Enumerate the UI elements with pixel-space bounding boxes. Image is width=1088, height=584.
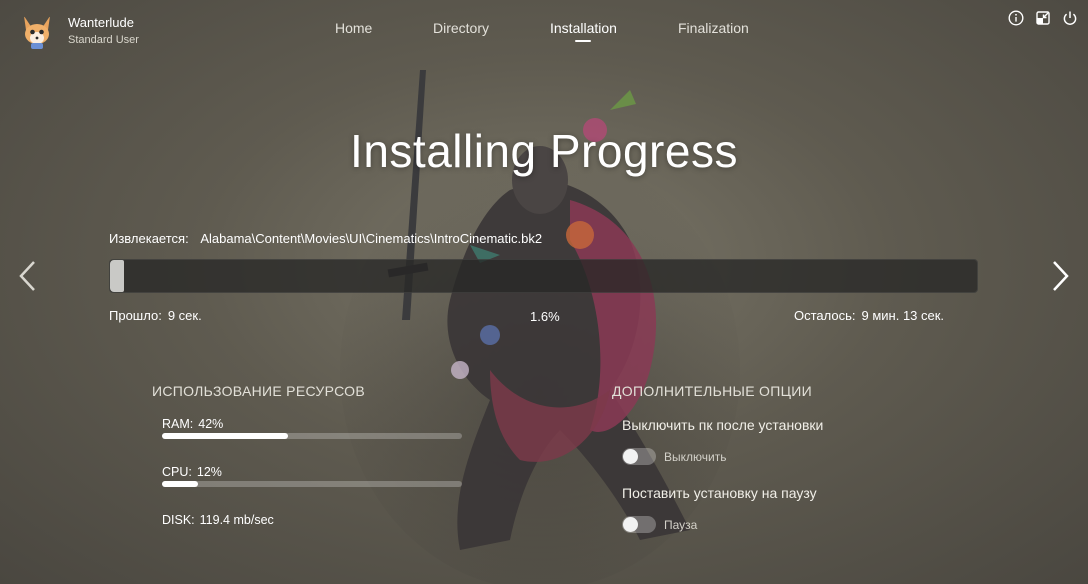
disk-value: 119.4 mb/sec xyxy=(199,513,274,527)
remaining-time: Осталось: 9 мин. 13 сек. xyxy=(794,308,944,323)
remaining-value: 9 мин. 13 сек. xyxy=(861,308,945,323)
nav-home[interactable]: Home xyxy=(335,20,372,36)
page-title: Installing Progress xyxy=(350,125,738,177)
cpu-value: 12% xyxy=(196,465,222,479)
elapsed-label: Прошло: xyxy=(109,308,162,323)
pause-toggle[interactable] xyxy=(622,516,656,533)
window-controls xyxy=(1007,9,1079,27)
elapsed-value: 9 сек. xyxy=(167,308,202,323)
ram-label: RAM: xyxy=(162,417,194,431)
elapsed-time: Прошло: 9 сек. xyxy=(109,308,202,323)
options-section-title: ДОПОЛНИТЕЛЬНЫЕ ОПЦИИ xyxy=(612,383,812,399)
nav-finalization[interactable]: Finalization xyxy=(678,20,749,36)
remaining-label: Осталось: xyxy=(794,308,856,323)
info-icon xyxy=(1008,10,1024,26)
cpu-usage-bar xyxy=(162,481,462,487)
active-tab-indicator xyxy=(575,40,592,42)
nav-directory[interactable]: Directory xyxy=(433,20,489,36)
next-arrow-icon[interactable] xyxy=(1049,258,1073,294)
ram-value: 42% xyxy=(198,417,224,431)
progress-percent: 1.6% xyxy=(530,309,560,324)
cpu-usage-label: CPU: 12% xyxy=(162,465,222,479)
shutdown-toggle-text: Выключить xyxy=(664,450,727,464)
ram-usage-label: RAM: 42% xyxy=(162,417,223,431)
install-progress-bar xyxy=(109,259,978,293)
disk-usage-label: DISK: 119.4 mb/sec xyxy=(162,513,274,527)
extracting-file-line: Извлекается: Alabama\Content\Movies\UI\C… xyxy=(109,231,542,246)
power-button[interactable] xyxy=(1061,9,1079,27)
power-icon xyxy=(1063,11,1077,25)
resources-section-title: ИСПОЛЬЗОВАНИЕ РЕСУРСОВ xyxy=(152,383,366,399)
extracting-file-path: Alabama\Content\Movies\UI\Cinematics\Int… xyxy=(200,231,543,246)
ram-usage-fill xyxy=(162,433,288,439)
nav-installation-label: Installation xyxy=(550,20,617,36)
minimize-icon xyxy=(1036,11,1050,25)
shutdown-toggle-knob xyxy=(623,449,638,464)
shutdown-option-label: Выключить пк после установки xyxy=(622,417,824,433)
nav-installation[interactable]: Installation xyxy=(550,20,617,42)
installer-window: Wanterlude Standard User Home Directory … xyxy=(0,0,1088,584)
pause-option-label: Поставить установку на паузу xyxy=(622,485,817,501)
main-nav: Home Directory Installation Finalization xyxy=(0,20,1088,44)
extracting-label: Извлекается: xyxy=(109,231,189,246)
pause-toggle-text: Пауза xyxy=(664,518,698,532)
cpu-usage-fill xyxy=(162,481,198,487)
install-progress-fill xyxy=(110,260,124,292)
shutdown-toggle[interactable] xyxy=(622,448,656,465)
pause-toggle-knob xyxy=(623,517,638,532)
disk-label: DISK: xyxy=(162,513,195,527)
previous-arrow-icon[interactable] xyxy=(15,258,39,294)
info-button[interactable] xyxy=(1007,9,1025,27)
cpu-label: CPU: xyxy=(162,465,192,479)
minimize-button[interactable] xyxy=(1034,9,1052,27)
ram-usage-bar xyxy=(162,433,462,439)
